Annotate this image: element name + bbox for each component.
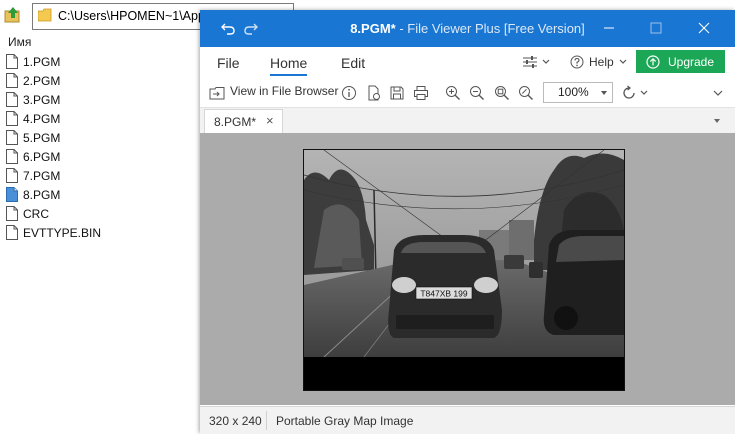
upgrade-arrow-icon xyxy=(646,54,660,69)
chevron-down-icon xyxy=(601,91,607,95)
file-name: 8.PGM xyxy=(23,187,61,202)
file-type: Portable Gray Map Image xyxy=(276,414,414,428)
file-icon xyxy=(6,225,18,240)
upgrade-label: Upgrade xyxy=(668,54,715,69)
file-name: 6.PGM xyxy=(23,149,61,164)
file-name: 3.PGM xyxy=(23,92,61,107)
document-tabs: 8.PGM* × xyxy=(200,107,735,134)
tab-close-icon[interactable]: × xyxy=(266,114,274,127)
file-list: 1.PGM 2.PGM 3.PGM 4.PGM 5.PGM 6.PGM 7.PG… xyxy=(6,52,101,242)
image-dimensions: 320 x 240 xyxy=(209,414,262,428)
settings-menu-button[interactable] xyxy=(522,55,551,69)
file-icon xyxy=(6,111,18,126)
actual-size-icon[interactable] xyxy=(518,85,534,101)
list-item[interactable]: 3.PGM xyxy=(6,90,101,109)
tab-label: 8.PGM* xyxy=(214,115,257,129)
tab-list-icon[interactable] xyxy=(712,117,722,125)
image-frame: T847XB 199 xyxy=(303,149,625,391)
file-name: 1.PGM xyxy=(23,54,61,69)
list-item[interactable]: 5.PGM xyxy=(6,128,101,147)
name-column-header[interactable]: Имя xyxy=(8,35,31,49)
list-item-selected[interactable]: 8.PGM xyxy=(6,185,101,204)
tab-8-pgm[interactable]: 8.PGM* × xyxy=(204,109,283,134)
file-icon xyxy=(6,130,18,145)
file-name: 2.PGM xyxy=(23,73,61,88)
menu-edit[interactable]: Edit xyxy=(341,55,365,71)
zoom-in-icon[interactable] xyxy=(445,85,461,101)
close-icon[interactable] xyxy=(695,19,713,37)
dashcam-image: T847XB 199 xyxy=(304,150,624,390)
list-item[interactable]: 4.PGM xyxy=(6,109,101,128)
list-item[interactable]: 1.PGM xyxy=(6,52,101,71)
upgrade-button[interactable]: Upgrade xyxy=(636,50,725,73)
file-icon xyxy=(6,54,18,69)
chevron-down-icon[interactable] xyxy=(639,89,649,97)
file-name: 4.PGM xyxy=(23,111,61,126)
help-menu-button[interactable]: Help xyxy=(570,55,628,69)
menu-file[interactable]: File xyxy=(217,55,240,71)
list-item[interactable]: 7.PGM xyxy=(6,166,101,185)
help-icon xyxy=(570,55,584,69)
maximize-icon[interactable] xyxy=(647,19,665,37)
file-name: 7.PGM xyxy=(23,168,61,183)
file-icon xyxy=(6,73,18,88)
file-name: EVTTYPE.BIN xyxy=(23,225,102,240)
status-bar: 320 x 240 Portable Gray Map Image xyxy=(200,406,735,434)
status-divider xyxy=(266,411,267,430)
list-item[interactable]: EVTTYPE.BIN xyxy=(6,223,101,242)
menu-home[interactable]: Home xyxy=(270,55,308,76)
open-in-browser-icon[interactable] xyxy=(209,85,225,101)
file-icon xyxy=(6,92,18,107)
file-icon xyxy=(6,168,18,183)
collapse-ribbon-icon[interactable] xyxy=(712,88,724,98)
pgm-file-icon xyxy=(6,187,18,202)
list-item[interactable]: 6.PGM xyxy=(6,147,101,166)
folder-icon xyxy=(38,8,52,22)
zoom-out-icon[interactable] xyxy=(469,85,485,101)
file-name: CRC xyxy=(23,206,49,221)
up-folder-icon[interactable] xyxy=(4,6,22,24)
chevron-down-icon xyxy=(542,59,550,64)
zoom-value: 100% xyxy=(558,85,589,99)
save-icon[interactable] xyxy=(389,85,405,101)
help-label: Help xyxy=(589,55,614,69)
chevron-down-icon xyxy=(619,59,627,64)
file-icon xyxy=(6,206,18,221)
info-icon[interactable] xyxy=(341,85,357,101)
list-item[interactable]: CRC xyxy=(6,204,101,223)
file-icon xyxy=(6,149,18,164)
list-item[interactable]: 2.PGM xyxy=(6,71,101,90)
image-viewer[interactable]: T847XB 199 xyxy=(200,133,735,405)
window-title-app: - File Viewer Plus [Free Version] xyxy=(395,21,585,36)
address-path: C:\Users\HPOMEN~1\Appl xyxy=(58,9,208,23)
title-bar[interactable]: 8.PGM* - File Viewer Plus [Free Version] xyxy=(200,10,735,47)
print-icon[interactable] xyxy=(413,85,429,101)
file-properties-icon[interactable] xyxy=(366,85,382,101)
toolbar: View in File Browser 100% xyxy=(200,80,735,106)
window-title-document: 8.PGM* xyxy=(350,21,396,36)
sliders-icon xyxy=(523,56,537,68)
file-viewer-window: 8.PGM* - File Viewer Plus [Free Version]… xyxy=(200,10,735,434)
license-plate: T847XB 199 xyxy=(420,289,468,299)
minimize-icon[interactable] xyxy=(600,19,618,37)
view-in-file-browser-button[interactable]: View in File Browser xyxy=(230,84,338,98)
rotate-icon[interactable] xyxy=(621,85,637,101)
file-name: 5.PGM xyxy=(23,130,61,145)
fit-to-window-icon[interactable] xyxy=(494,85,510,101)
zoom-select[interactable]: 100% xyxy=(543,82,613,103)
